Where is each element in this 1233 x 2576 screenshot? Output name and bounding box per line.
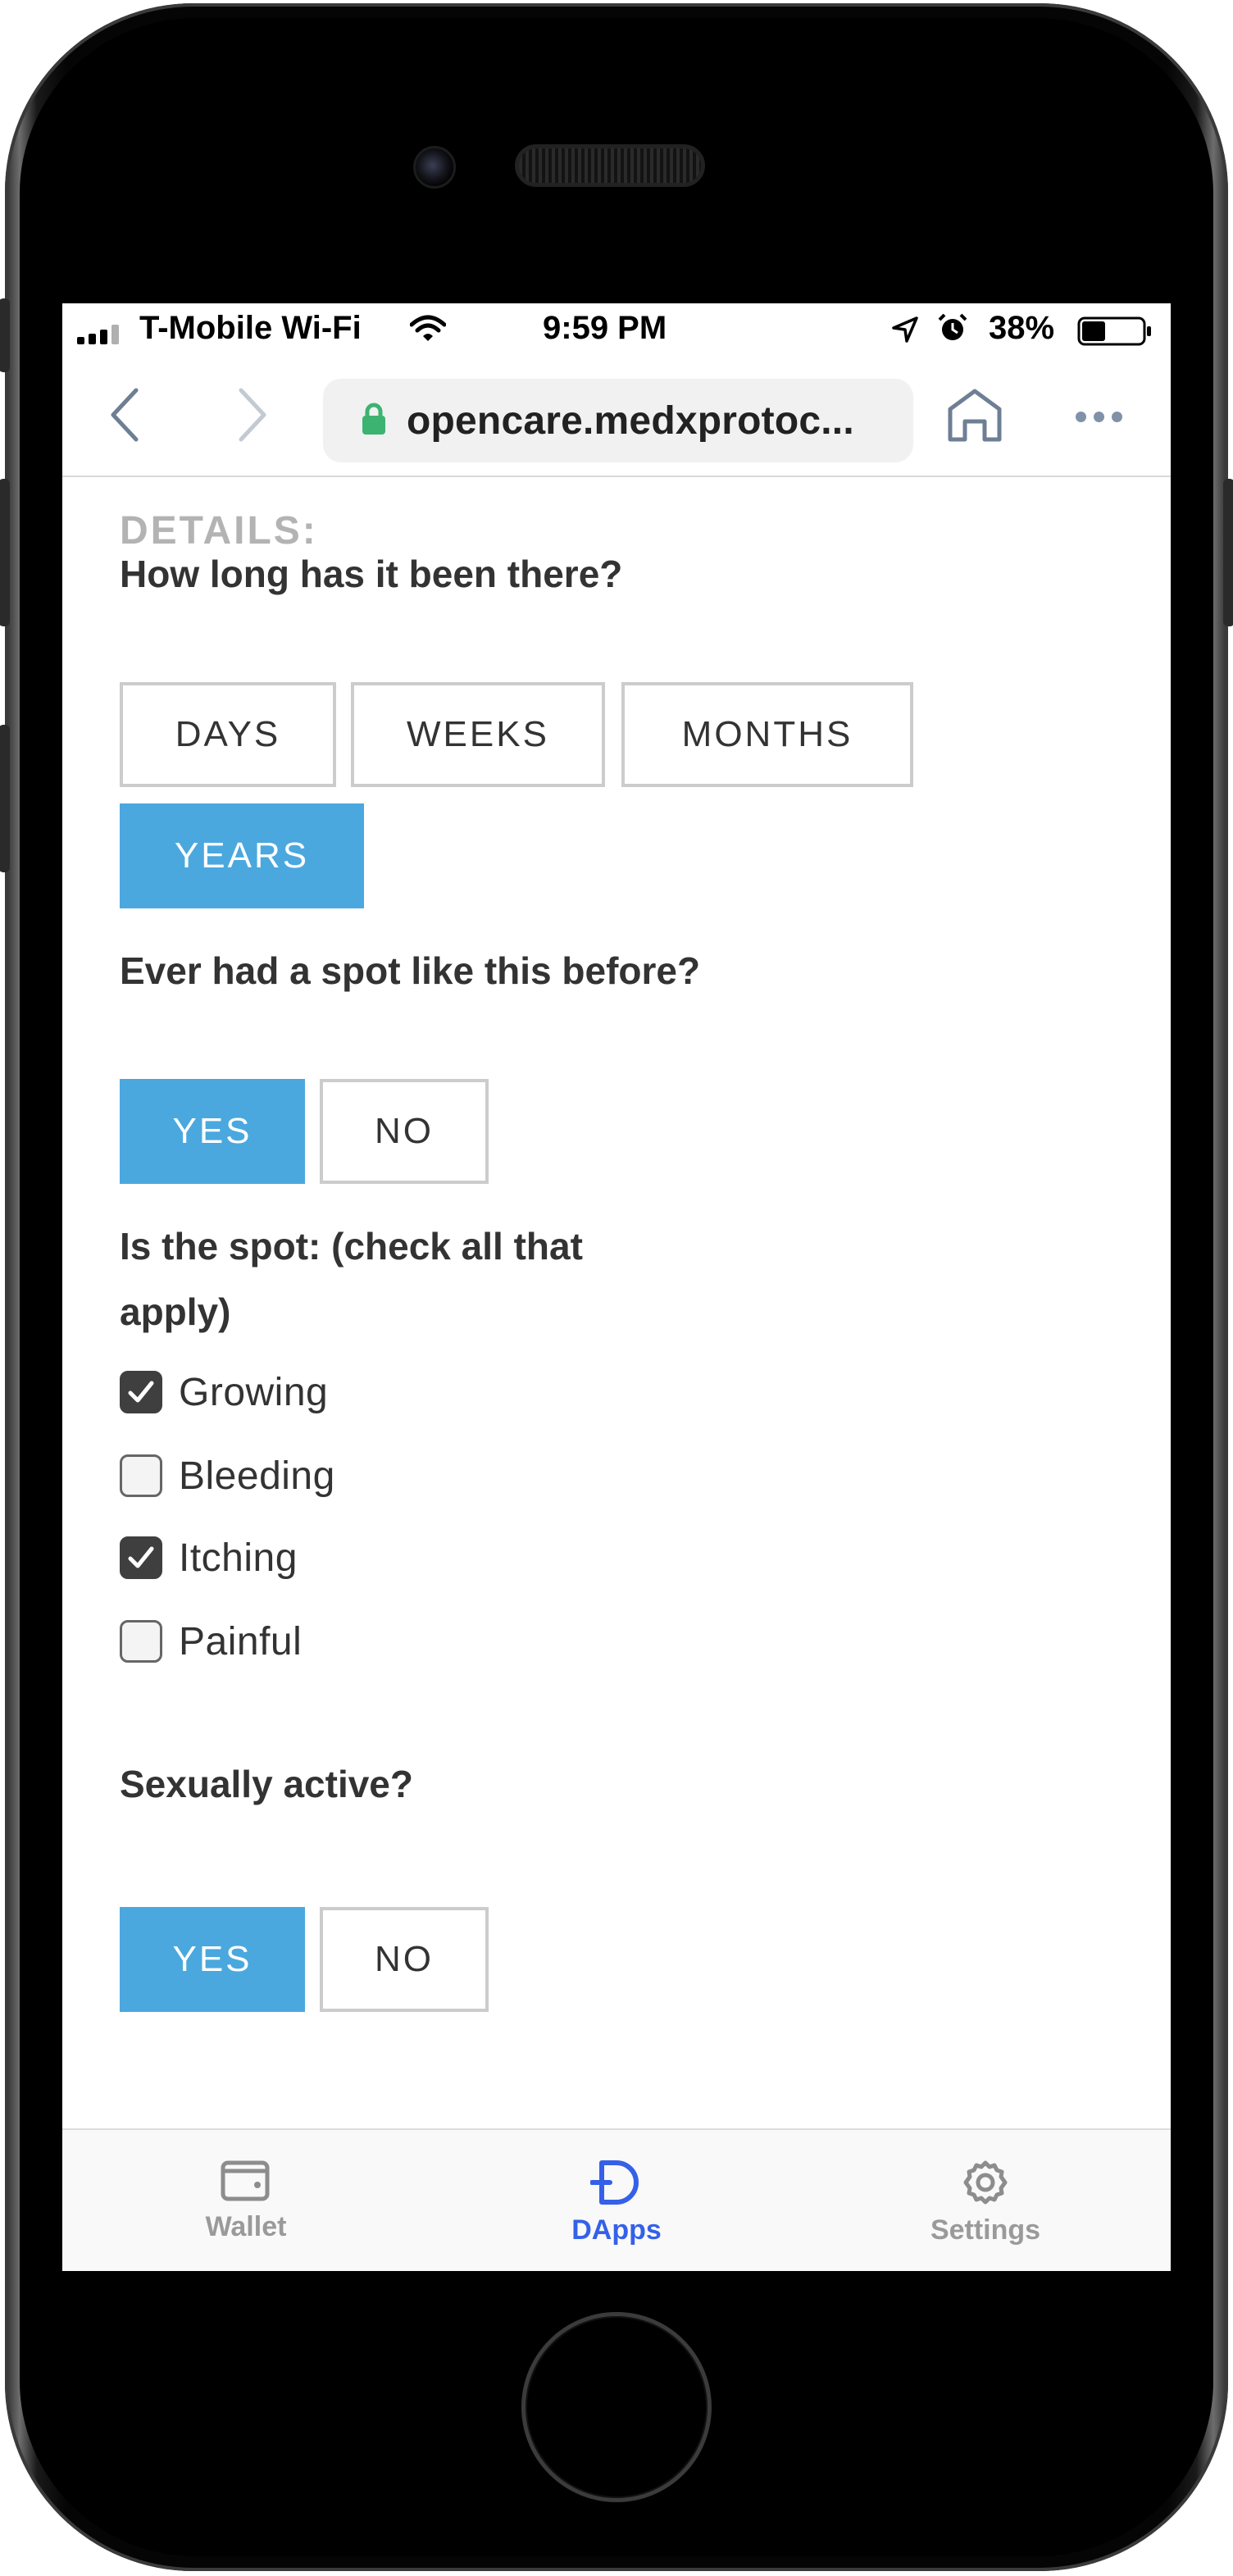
tab-label: Settings — [930, 2214, 1041, 2246]
forward-icon[interactable] — [236, 385, 269, 448]
tab-settings[interactable]: Settings — [879, 2158, 1092, 2246]
status-time: 9:59 PM — [543, 310, 667, 346]
duration-option-days[interactable]: DAYS — [120, 682, 336, 787]
tab-label: DApps — [571, 2214, 662, 2246]
spot-state-question-line1: Is the spot: (check all that — [120, 1225, 583, 1268]
checkbox-unchecked-icon[interactable] — [120, 1620, 162, 1663]
volume-down-button — [0, 725, 10, 872]
mute-switch — [0, 298, 10, 372]
home-icon[interactable] — [944, 387, 1005, 448]
previous-spot-yes-button[interactable]: YES — [120, 1079, 305, 1184]
checkbox-label: Bleeding — [179, 1454, 335, 1498]
gear-icon — [959, 2160, 1012, 2210]
duration-option-months[interactable]: MONTHS — [621, 682, 913, 787]
checkbox-label: Painful — [179, 1619, 303, 1663]
wifi-icon — [409, 315, 447, 347]
checkbox-unchecked-icon[interactable] — [120, 1454, 162, 1497]
battery-percent: 38% — [989, 310, 1055, 346]
previous-spot-no-button[interactable]: NO — [320, 1079, 489, 1184]
duration-question: How long has it been there? — [120, 553, 623, 595]
back-icon[interactable] — [108, 385, 141, 448]
home-button[interactable] — [521, 2312, 712, 2502]
tab-dapps[interactable]: DApps — [510, 2158, 723, 2246]
status-bar: T-Mobile Wi-Fi 9:59 PM 38% — [62, 303, 1171, 353]
tab-wallet[interactable]: Wallet — [139, 2158, 353, 2243]
battery-icon — [1077, 316, 1153, 350]
checkbox-label: Itching — [179, 1536, 298, 1580]
spot-state-question: Is the spot: (check all that apply) — [120, 1213, 583, 1345]
more-icon[interactable] — [1076, 412, 1122, 422]
checkbox-bleeding[interactable]: Bleeding — [120, 1451, 335, 1500]
phone-screen: T-Mobile Wi-Fi 9:59 PM 38% opencare.medx… — [62, 303, 1171, 2271]
checkbox-painful[interactable]: Painful — [120, 1617, 302, 1666]
spot-state-question-line2: apply) — [120, 1290, 231, 1333]
duration-option-years[interactable]: YEARS — [120, 803, 364, 908]
sexually-active-question: Sexually active? — [120, 1763, 413, 1805]
signal-icon — [77, 323, 119, 344]
sexually-active-yes-button[interactable]: YES — [120, 1907, 305, 2012]
front-camera — [413, 146, 456, 189]
url-field[interactable]: opencare.medxprotoc... — [323, 379, 913, 462]
location-icon — [890, 315, 920, 348]
tab-label: Wallet — [205, 2211, 287, 2242]
wallet-icon — [220, 2160, 272, 2207]
duration-option-weeks[interactable]: WEEKS — [351, 682, 605, 787]
power-button — [1223, 479, 1233, 626]
previous-spot-question: Ever had a spot like this before? — [120, 949, 701, 992]
lock-icon — [361, 402, 387, 440]
checkbox-checked-icon[interactable] — [120, 1536, 162, 1579]
sexually-active-no-button[interactable]: NO — [320, 1907, 489, 2012]
checkbox-growing[interactable]: Growing — [120, 1368, 328, 1417]
bottom-tab-bar: Wallet DApps Settings — [62, 2128, 1171, 2271]
checkbox-checked-icon[interactable] — [120, 1371, 162, 1413]
checkbox-label: Growing — [179, 1370, 329, 1414]
checkbox-itching[interactable]: Itching — [120, 1533, 298, 1582]
url-text: opencare.medxprotoc... — [407, 398, 854, 443]
earpiece-speaker — [515, 144, 705, 187]
alarm-icon — [936, 312, 969, 348]
browser-toolbar: opencare.medxprotoc... — [62, 354, 1171, 477]
volume-up-button — [0, 479, 10, 626]
dapps-icon — [589, 2160, 643, 2210]
carrier-name: T-Mobile Wi-Fi — [139, 310, 362, 346]
